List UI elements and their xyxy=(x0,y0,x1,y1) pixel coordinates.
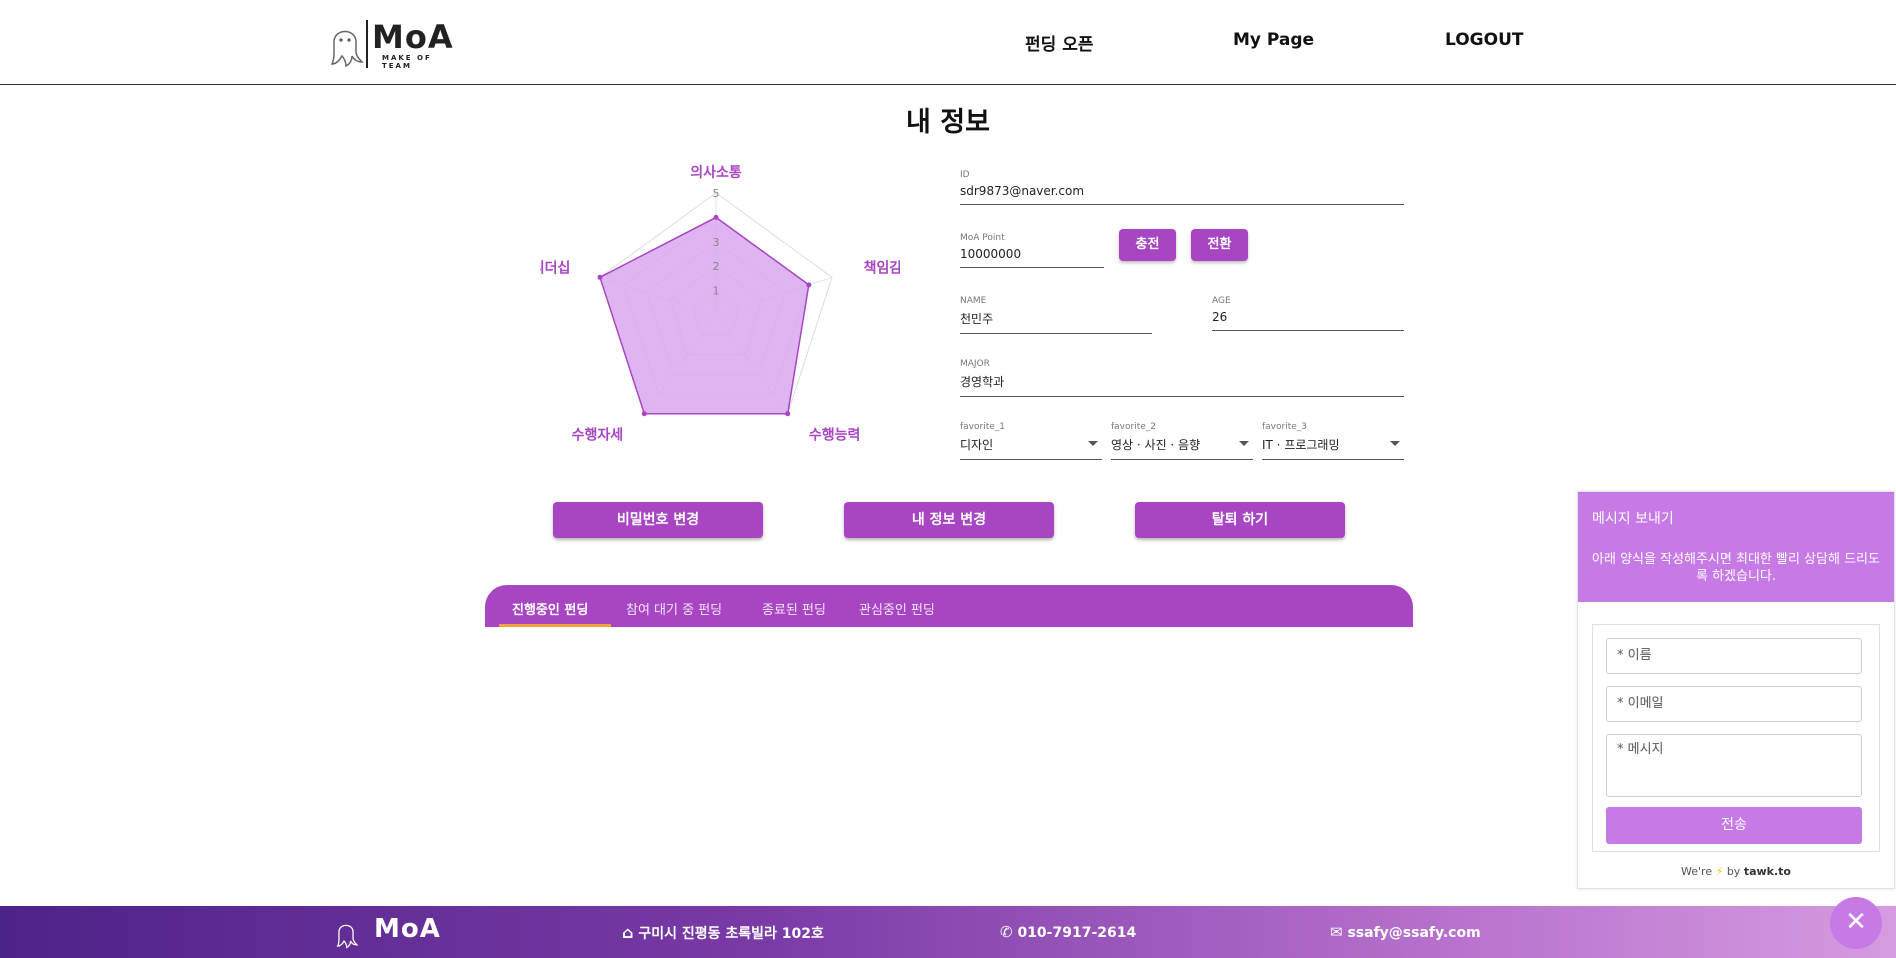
nav-logout[interactable]: LOGOUT xyxy=(1445,30,1523,50)
chat-email-input[interactable]: * 이메일 xyxy=(1606,686,1862,722)
chat-send-button[interactable]: 전송 xyxy=(1606,807,1862,844)
chat-close-button[interactable]: ✕ xyxy=(1830,897,1882,949)
major-field[interactable]: MAJOR 경영학과 xyxy=(960,359,1404,397)
lightning-icon: ⚡ xyxy=(1715,865,1724,878)
home-icon: ⌂ xyxy=(622,923,634,942)
favorite-1-value[interactable]: 디자인 xyxy=(960,436,1102,460)
radar-axis-label: 수행자세 xyxy=(572,427,624,443)
moa-point-label: MoA Point xyxy=(960,233,1005,243)
convert-button[interactable]: 전환 xyxy=(1191,229,1248,261)
id-field[interactable]: ID sdr9873@naver.com xyxy=(960,170,1404,205)
logo-subtitle: MAKE OF TEAM xyxy=(382,54,432,70)
id-value[interactable]: sdr9873@naver.com xyxy=(960,184,1404,205)
favorite-3-label: favorite_3 xyxy=(1262,422,1308,432)
nav-my-page[interactable]: My Page xyxy=(1233,30,1314,50)
footer-phone-text: 010-7917-2614 xyxy=(1017,925,1137,941)
radar-tick-label: 3 xyxy=(713,236,720,249)
chevron-down-icon xyxy=(1088,441,1098,446)
tab-interested[interactable]: 관심중인 펀딩 xyxy=(859,599,935,618)
major-label: MAJOR xyxy=(960,359,990,369)
radar-tick-label: 5 xyxy=(713,187,720,200)
footer-logo[interactable]: MoA xyxy=(332,914,504,950)
mail-icon: ✉ xyxy=(1330,923,1343,941)
moa-point-value[interactable]: 10000000 xyxy=(960,247,1104,268)
logo-text: MoA xyxy=(372,18,454,56)
age-value[interactable]: 26 xyxy=(1212,310,1404,331)
tab-ended[interactable]: 종료된 펀딩 xyxy=(762,599,826,618)
charge-button[interactable]: 충전 xyxy=(1119,229,1176,261)
radar-axis-label: 수행능력 xyxy=(809,427,861,443)
chat-title: 메시지 보내기 xyxy=(1592,511,1674,527)
footer-phone: ✆ 010-7917-2614 xyxy=(1000,923,1136,941)
moa-logo[interactable]: MoA MAKE OF TEAM xyxy=(326,18,456,70)
radar-axis-label: 리더십 xyxy=(540,261,570,277)
edit-profile-button[interactable]: 내 정보 변경 xyxy=(844,502,1054,538)
tab-waiting[interactable]: 참여 대기 중 펀딩 xyxy=(626,599,722,618)
chat-powered-by[interactable]: We're ⚡ by tawk.to xyxy=(1578,865,1894,878)
id-label: ID xyxy=(960,170,970,180)
name-field[interactable]: NAME 천민주 xyxy=(960,296,1152,334)
favorite-2-text: 영상 · 사진 · 음향 xyxy=(1111,438,1201,452)
footer-address: ⌂ 구미시 진평동 초록빌라 102호 xyxy=(622,923,824,943)
radar-data-point xyxy=(806,282,812,288)
close-icon: ✕ xyxy=(1845,907,1867,937)
chat-footer-by: by xyxy=(1726,865,1741,878)
tab-in-progress[interactable]: 진행중인 펀딩 xyxy=(512,599,588,618)
active-tab-indicator xyxy=(499,624,611,627)
top-header: MoA MAKE OF TEAM 펀딩 오픈 My Page LOGOUT xyxy=(0,0,1896,85)
footer-address-text: 구미시 진평동 초록빌라 102호 xyxy=(638,926,824,942)
octopus-logo-icon xyxy=(336,924,359,949)
chevron-down-icon xyxy=(1390,441,1400,446)
radar-tick-label: 1 xyxy=(713,285,720,298)
radar-tick-label: 2 xyxy=(713,260,720,273)
moa-point-field[interactable]: MoA Point 10000000 xyxy=(960,233,1104,268)
favorite-2-select[interactable]: favorite_2 영상 · 사진 · 음향 xyxy=(1111,422,1253,460)
chat-description: 아래 양식을 작성해주시면 최대한 빨리 상담해 드리도록 하겠습니다. xyxy=(1592,552,1880,584)
nav-funding-open[interactable]: 펀딩 오픈 xyxy=(1025,30,1093,55)
favorite-3-text: IT · 프로그래밍 xyxy=(1262,438,1340,452)
chat-footer-pre: We're xyxy=(1681,865,1713,878)
radar-data-area xyxy=(599,216,810,415)
footer-email-text: ssafy@ssafy.com xyxy=(1347,925,1481,941)
funding-tabs: 진행중인 펀딩 참여 대기 중 펀딩 종료된 펀딩 관심중인 펀딩 xyxy=(485,585,1413,627)
octopus-logo-icon xyxy=(330,30,364,68)
age-label: AGE xyxy=(1212,296,1231,306)
major-value[interactable]: 경영학과 xyxy=(960,373,1404,397)
favorite-3-select[interactable]: favorite_3 IT · 프로그래밍 xyxy=(1262,422,1404,460)
chat-message-input[interactable]: * 메시지 xyxy=(1606,734,1862,797)
radar-axis-label: 의사소통 xyxy=(690,164,742,181)
name-value[interactable]: 천민주 xyxy=(960,310,1152,334)
withdraw-button[interactable]: 탈퇴 하기 xyxy=(1135,502,1345,538)
footer-logo-text: MoA xyxy=(374,914,441,944)
age-field[interactable]: AGE 26 xyxy=(1212,296,1404,331)
favorite-1-text: 디자인 xyxy=(960,438,994,452)
chevron-down-icon xyxy=(1239,441,1249,446)
favorite-2-value[interactable]: 영상 · 사진 · 음향 xyxy=(1111,436,1253,460)
chat-form: * 이름 * 이메일 * 메시지 전송 xyxy=(1592,624,1880,852)
favorite-2-label: favorite_2 xyxy=(1111,422,1157,432)
change-password-button[interactable]: 비밀번호 변경 xyxy=(553,502,763,538)
chat-header: 메시지 보내기 아래 양식을 작성해주시면 최대한 빨리 상담해 드리도록 하겠… xyxy=(1578,492,1894,602)
radar-data-point xyxy=(641,411,647,417)
footer-email: ✉ ssafy@ssafy.com xyxy=(1330,923,1481,941)
favorite-3-value[interactable]: IT · 프로그래밍 xyxy=(1262,436,1404,460)
favorite-1-select[interactable]: favorite_1 디자인 xyxy=(960,422,1102,460)
name-label: NAME xyxy=(960,296,987,306)
chat-name-input[interactable]: * 이름 xyxy=(1606,638,1862,674)
phone-icon: ✆ xyxy=(1000,923,1013,941)
site-footer: MoA ⌂ 구미시 진평동 초록빌라 102호 ✆ 010-7917-2614 … xyxy=(0,906,1896,958)
radar-data-point xyxy=(785,411,791,417)
page-title: 내 정보 xyxy=(906,107,990,138)
tawk-brand: tawk.to xyxy=(1743,865,1791,878)
chat-widget: 메시지 보내기 아래 양식을 작성해주시면 최대한 빨리 상담해 드리도록 하겠… xyxy=(1577,491,1895,889)
favorite-1-label: favorite_1 xyxy=(960,422,1006,432)
radar-data-point xyxy=(713,214,719,220)
radar-data-point xyxy=(597,274,603,280)
radar-axis-label: 책임감 xyxy=(864,260,900,277)
logo-divider xyxy=(366,20,368,68)
ability-radar-chart: 1 2 3 5 의사소통책임감수행능력 수행자세 리더십 xyxy=(540,164,900,443)
